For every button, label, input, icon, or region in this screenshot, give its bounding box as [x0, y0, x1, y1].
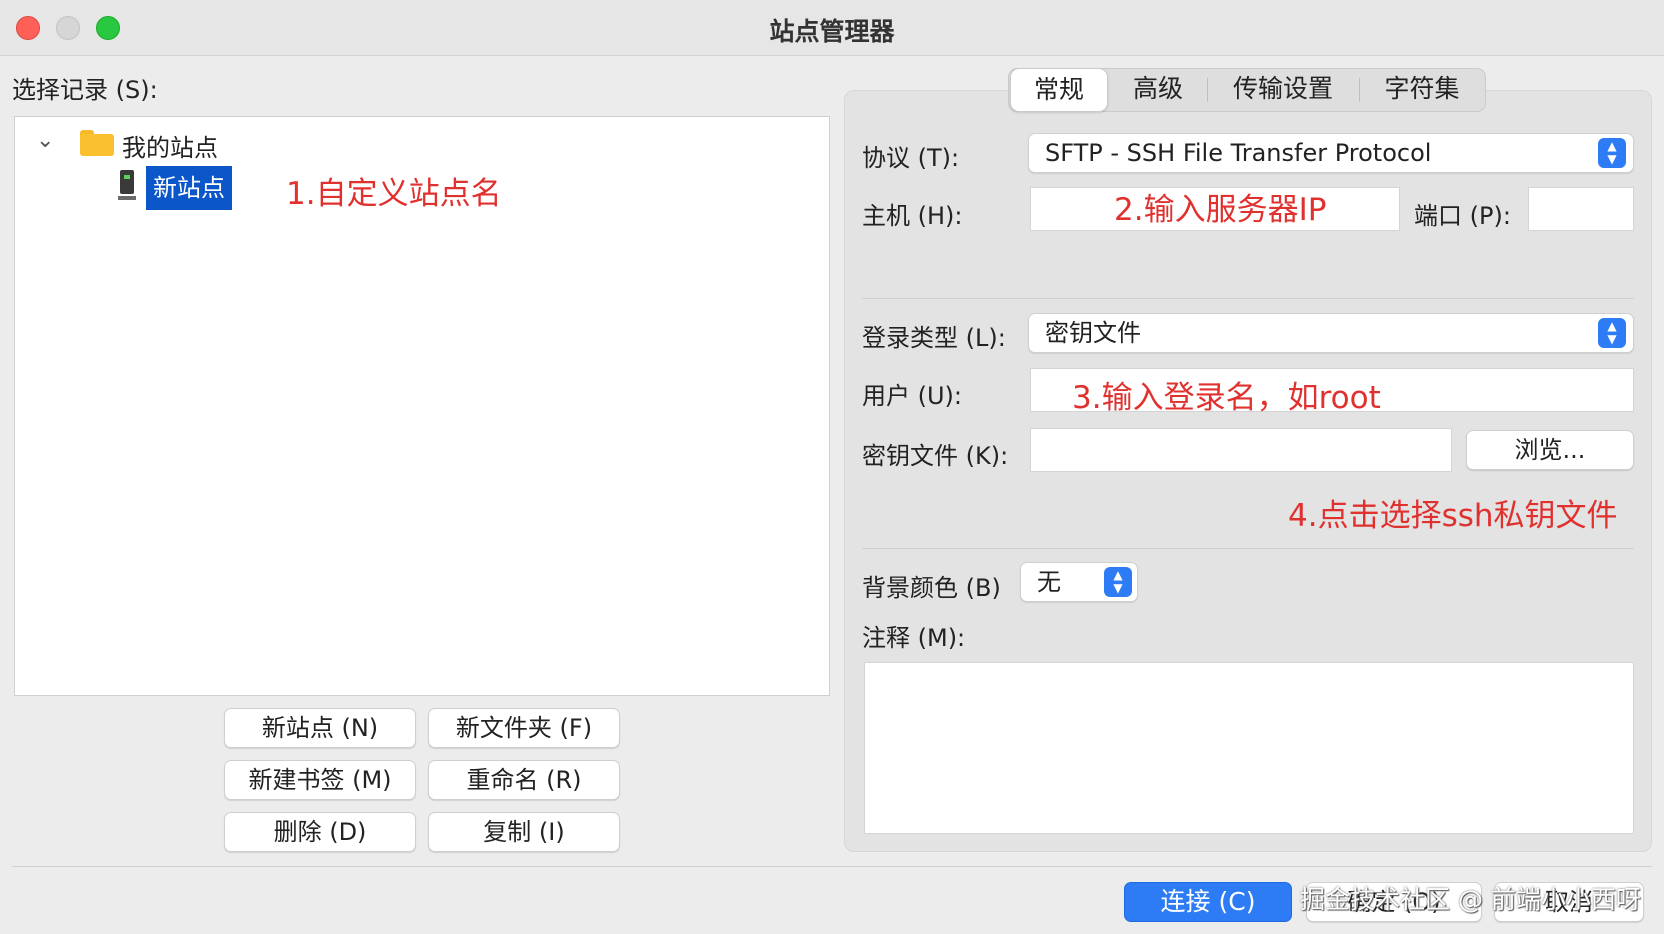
logon-type-label: 登录类型 (L): — [862, 324, 1006, 352]
section-divider — [862, 298, 1634, 299]
delete-button[interactable]: 删除 (D) — [224, 812, 416, 852]
tree-item-new-site[interactable]: 新站点 — [146, 166, 232, 210]
chevron-up-down-icon: ▲ ▼ — [1598, 318, 1626, 348]
connect-button[interactable]: 连接 (C) — [1124, 882, 1292, 922]
logon-type-select[interactable]: 密钥文件 — [1028, 313, 1634, 353]
window-title: 站点管理器 — [769, 17, 895, 46]
new-site-button[interactable]: 新站点 (N) — [224, 708, 416, 748]
bg-color-label: 背景颜色 (B) — [862, 574, 1001, 602]
chevron-down-icon[interactable]: ⌄ — [36, 128, 54, 153]
rename-button[interactable]: 重命名 (R) — [428, 760, 620, 800]
annotation-site-name: 1.自定义站点名 — [286, 176, 502, 212]
tab-charset[interactable]: 字符集 — [1360, 68, 1484, 112]
tab-transfer-settings[interactable]: 传输设置 — [1208, 68, 1358, 112]
annotation-user: 3.输入登录名，如root — [1072, 380, 1381, 416]
annotation-keyfile: 4.点击选择ssh私钥文件 — [1288, 498, 1618, 534]
folder-icon — [80, 130, 114, 156]
comments-label: 注释 (M): — [862, 624, 966, 652]
keyfile-label: 密钥文件 (K): — [862, 442, 1009, 470]
footer-divider — [12, 866, 1652, 867]
new-bookmark-button[interactable]: 新建书签 (M) — [224, 760, 416, 800]
keyfile-input[interactable] — [1030, 428, 1452, 472]
annotation-host: 2.输入服务器IP — [1114, 192, 1327, 228]
tab-advanced[interactable]: 高级 — [1110, 68, 1206, 112]
protocol-value: SFTP - SSH File Transfer Protocol — [1045, 139, 1432, 167]
comments-textarea[interactable] — [864, 662, 1634, 834]
server-icon — [118, 170, 136, 202]
user-label: 用户 (U): — [862, 382, 963, 410]
logon-type-value: 密钥文件 — [1045, 319, 1141, 347]
new-folder-button[interactable]: 新文件夹 (F) — [428, 708, 620, 748]
port-label: 端口 (P): — [1414, 202, 1511, 230]
copy-button[interactable]: 复制 (I) — [428, 812, 620, 852]
browse-button[interactable]: 浏览... — [1466, 430, 1634, 470]
chevron-up-down-icon: ▲ ▼ — [1104, 567, 1132, 597]
chevron-up-down-icon: ▲ ▼ — [1598, 138, 1626, 168]
protocol-label: 协议 (T): — [862, 144, 960, 172]
bg-color-value: 无 — [1037, 568, 1061, 596]
tab-general[interactable]: 常规 — [1010, 68, 1108, 112]
select-entry-label: 选择记录 (S): — [12, 76, 158, 104]
host-label: 主机 (H): — [862, 202, 963, 230]
port-input[interactable] — [1528, 187, 1634, 231]
section-divider — [862, 548, 1634, 549]
protocol-select[interactable]: SFTP - SSH File Transfer Protocol — [1028, 133, 1634, 173]
tree-folder-my-sites[interactable]: 我的站点 — [122, 128, 218, 163]
watermark-text: 掘金技术社区 @ 前端小小西呀 — [1300, 885, 1641, 914]
